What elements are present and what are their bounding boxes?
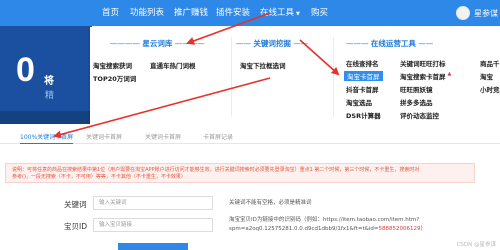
dropdown-col-keyword: —— 关键词挖掘 —— 淘宝下拉框选词 [232,27,332,131]
dropdown-link[interactable]: 淘宝下拉框选词 [240,60,286,70]
dropdown-link[interactable]: 小时竞品 [480,84,500,94]
nav-plugin[interactable]: 插件安装 [216,0,250,26]
dropdown-col-title: ———— 星云词库 ———— [110,39,205,48]
query-button[interactable] [118,243,188,250]
hot-icon: ▲ [447,71,452,77]
dropdown-link[interactable]: 商品千 [480,58,500,68]
hero-tab-strip [0,111,92,124]
keyword-label: 关键词 [64,200,87,209]
online-tools-dropdown: ———— 星云词库 ———— 淘宝搜索获词 直通车热门词根 TOP20万词词 —… [90,27,500,131]
hero-line: 精 [45,91,55,101]
dropdown-link[interactable]: 评价动态监控 [400,110,439,120]
dropdown-link[interactable]: 直通车热门词根 [150,60,196,70]
dropdown-link[interactable]: 淘宝搜索获词 [93,60,132,70]
dropdown-link[interactable]: 淘宝选品 [346,97,372,107]
item-id-hint-1: 淘宝宝贝ID为链接中的识别码（例如：https://item.taobao.co… [229,217,420,223]
keyword-hint: 关键词不能有空格，必须是精准词 [229,200,312,206]
avatar [456,6,470,20]
hero-banner: 0 将 精 [0,26,92,124]
chevron-down-icon: ▼ [296,11,300,17]
watermark: CSDN @星参谋 [456,242,496,248]
notice-box: 说明：可将任意的商品在搜索结果中第1位（用户需要在淘宝APP账户进行访问才能够生… [5,163,475,183]
dropdown-link[interactable]: 拼多多选品 [400,97,433,107]
keyword-input[interactable]: 输入关键词 [93,196,213,210]
nav-online-tools-label: 在线工具 [260,8,295,18]
user-menu[interactable]: 星参谋 [456,0,498,26]
nav-buy[interactable]: 购买 [311,0,328,26]
dropdown-col-title: —— 关键词挖掘 —— [236,39,309,48]
hero-big-digit: 0 [16,51,35,89]
tool-tabs: 100%关键词卡首屏 关键词卡首屏 关键词卡首屏 卡首屏记录 [0,130,500,144]
nav-features[interactable]: 功能列表 [130,0,164,26]
item-id-label: 宝贝ID [64,222,87,231]
dropdown-link[interactable]: 抖音卡首屏 [346,84,379,94]
tab-100-first-screen[interactable]: 100%关键词卡首屏 [20,132,74,144]
user-name: 星参谋 [474,8,498,18]
item-id-hint-2: spm=a2oq0.12575281.0.0.d9cd1dbb9/1fx1&ft… [229,226,427,232]
dropdown-col-title: ——— 在线运营工具 —— [346,39,434,48]
dropdown-link[interactable]: 淘宝搜索卡首屏 ▲ [400,71,451,81]
nav-promote[interactable]: 推广赚钱 [174,0,208,26]
dropdown-link[interactable]: 旺旺照妖镜 [400,84,433,94]
hero-subtitle: 将 [44,76,54,87]
dropdown-link-rank[interactable]: 在线查排名 [346,58,379,68]
top-nav: 首页 功能列表 推广赚钱 插件安装 在线工具 ▼ 购买 星参谋 [0,0,500,26]
tab-keyword-first-screen[interactable]: 关键词卡首屏 [86,132,122,141]
dropdown-link[interactable]: TOP20万词词 [93,73,136,83]
notice-line-1: 说明：可将任意的商品在搜索结果中第1位（用户需要在淘宝APP账户进行访问才能够生… [12,167,420,173]
notice-line-2: 参考()，一段无搜索（不卡，不可用）等等，不卡其他（不卡重生，不卡效果） [12,174,186,180]
item-id-input[interactable]: 输入宝贝链接 [93,218,213,232]
dropdown-link-label: 淘宝搜索卡首屏 [400,73,446,81]
nav-online-tools[interactable]: 在线工具 ▼ [260,0,300,26]
dropdown-col-xingyun: ———— 星云词库 ———— 淘宝搜索获词 直通车热门词根 TOP20万词词 [90,27,230,131]
dropdown-link[interactable]: 关键词旺旺打标 [400,58,446,68]
dropdown-link[interactable]: DSR计算器 [346,110,381,120]
dropdown-col-ops: ——— 在线运营工具 —— 在线查排名 淘宝卡首屏 抖音卡首屏 淘宝选品 DSR… [334,27,500,131]
tab-record[interactable]: 卡首屏记录 [203,132,233,141]
nav-home[interactable]: 首页 [102,0,119,26]
tab-keyword-first-screen-2[interactable]: 关键词卡首屏 [145,132,181,141]
dropdown-link-taobao-first-screen[interactable]: 淘宝卡首屏 [344,71,383,81]
dropdown-link[interactable]: 淘宝 [480,71,493,81]
